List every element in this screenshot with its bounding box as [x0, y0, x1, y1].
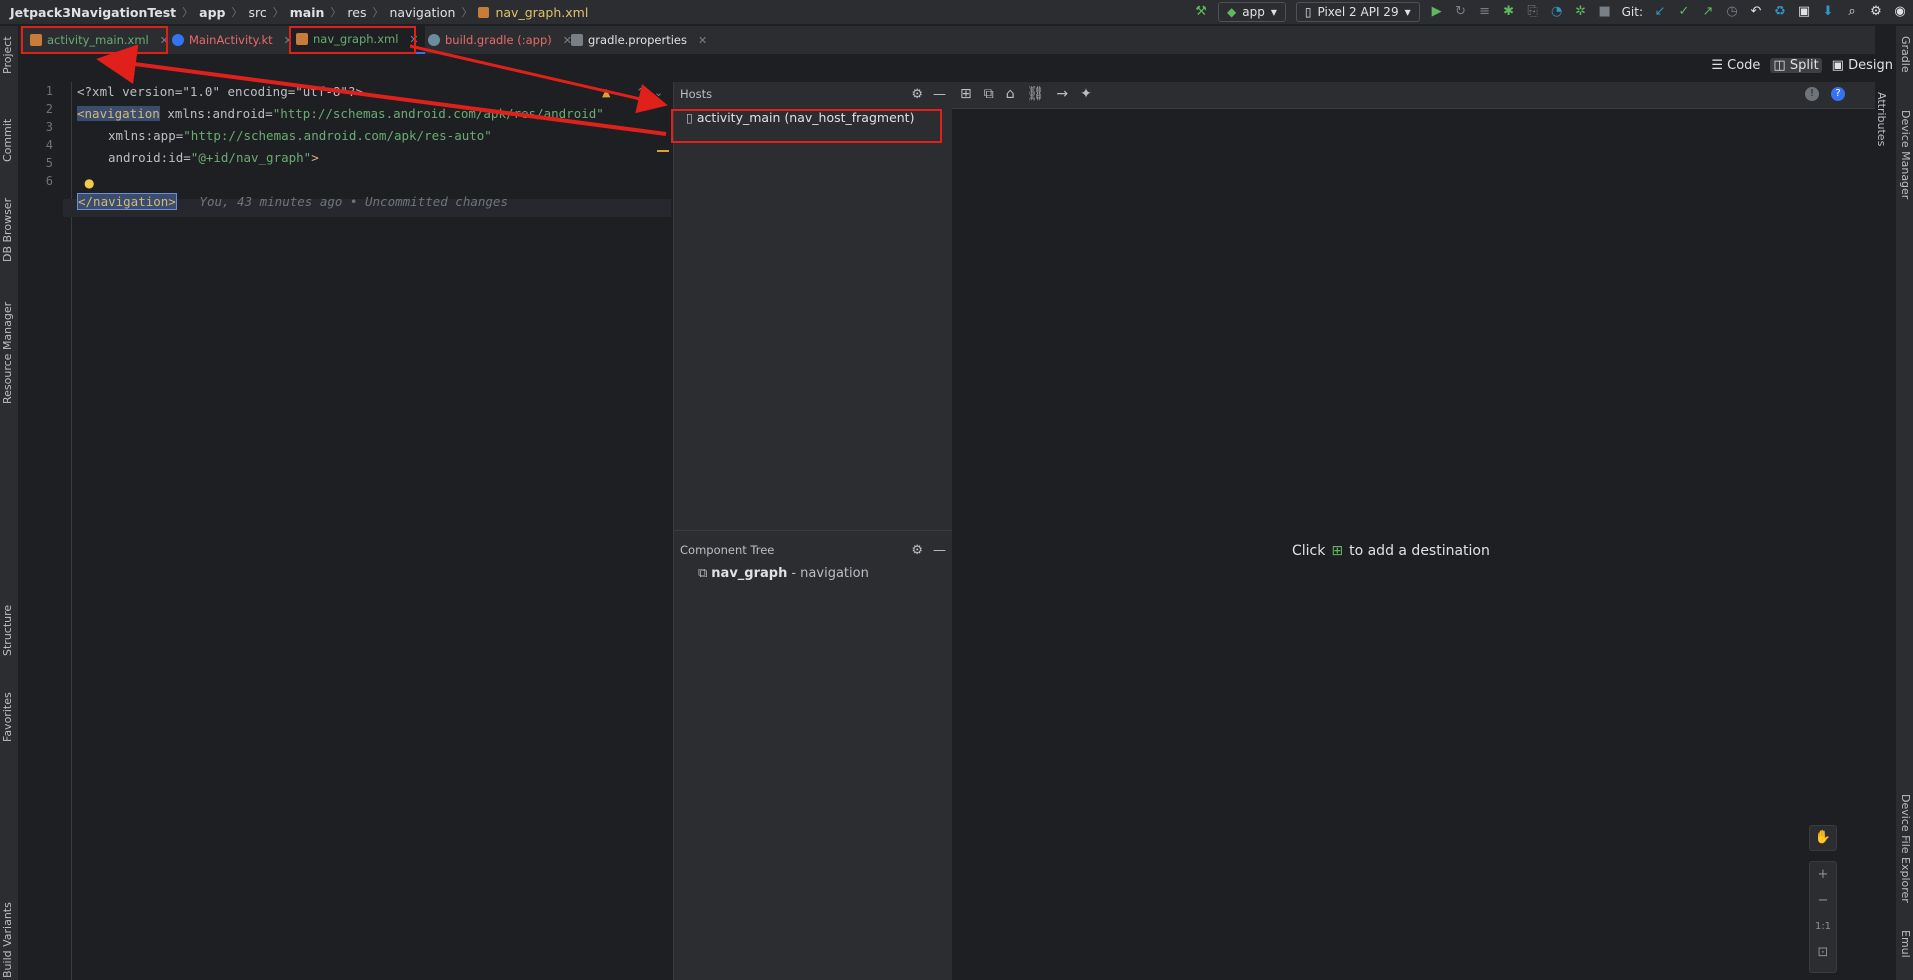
annotation-arrows	[96, 44, 668, 136]
arrow-to-activity-main	[96, 44, 667, 136]
arrow-to-host-item	[409, 44, 668, 114]
